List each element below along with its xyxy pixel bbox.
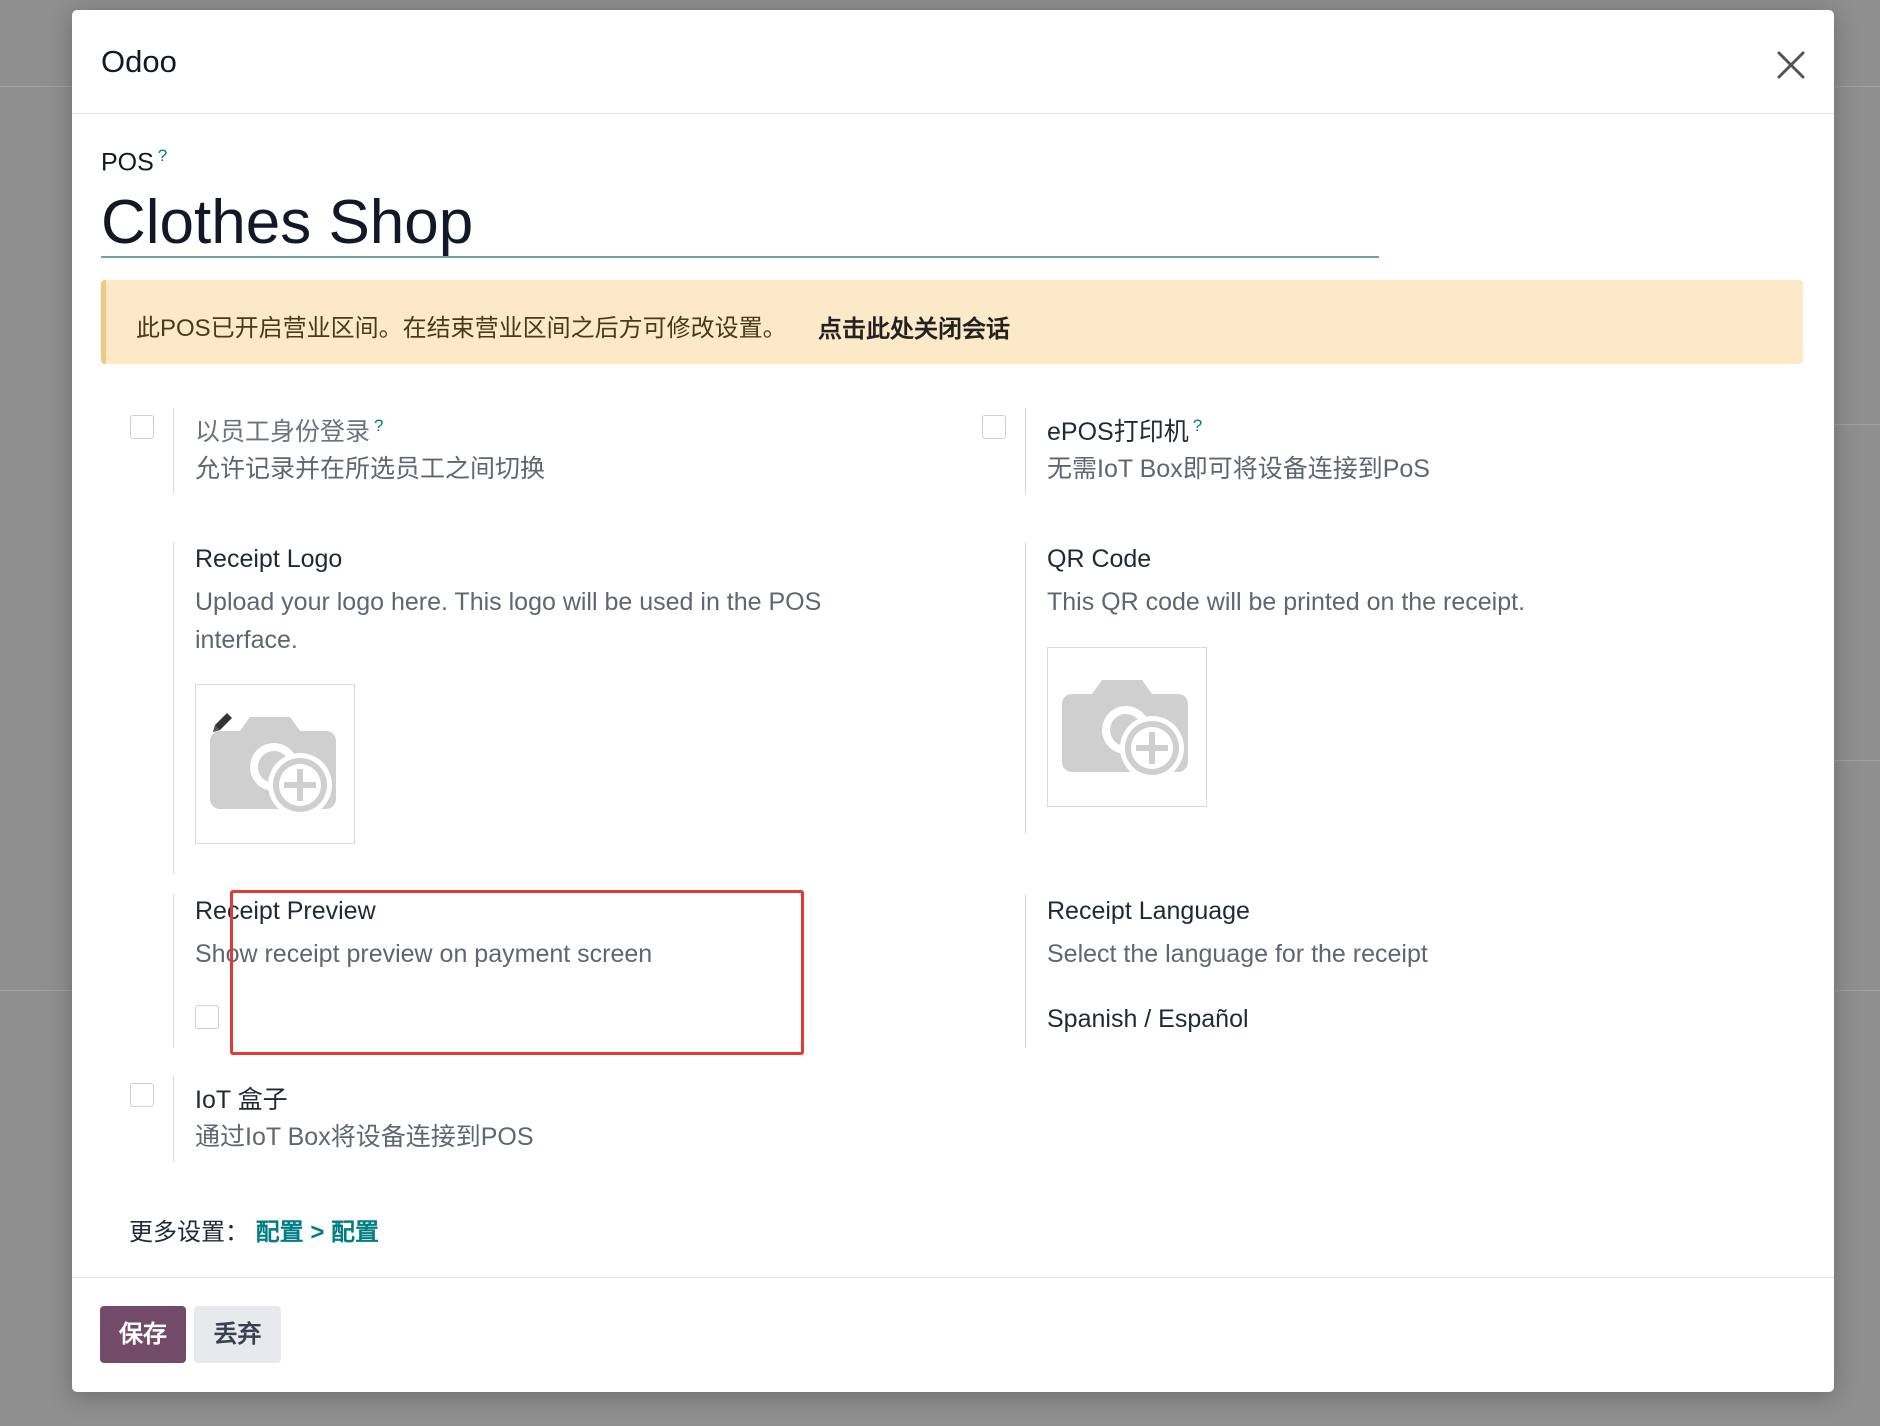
camera-add-icon: [1062, 680, 1188, 780]
save-button[interactable]: 保存: [100, 1306, 186, 1363]
employee-login-desc: 允许记录并在所选员工之间切换: [195, 455, 546, 483]
epos-printer-checkbox[interactable]: [982, 415, 1006, 439]
setting-divider: [1025, 408, 1026, 494]
setting-divider: [1025, 894, 1026, 1048]
dialog-footer: 保存 丢弃: [72, 1277, 1834, 1393]
pos-field-label: POS?: [101, 146, 167, 177]
backdrop-line: [1834, 86, 1880, 87]
employee-login-title: 以员工身份登录?: [195, 412, 383, 448]
receipt-logo-title: Receipt Logo: [195, 545, 343, 573]
session-open-alert: 此POS已开启营业区间。在结束营业区间之后方可修改设置。 点击此处关闭会话: [101, 280, 1803, 364]
more-settings-label: 更多设置：: [129, 1219, 249, 1246]
receipt-language-title: Receipt Language: [1047, 897, 1250, 925]
setting-divider: [1025, 542, 1026, 834]
qr-code-upload[interactable]: [1047, 647, 1207, 807]
backdrop-line: [1834, 990, 1880, 991]
receipt-preview-checkbox[interactable]: [195, 1005, 219, 1029]
iot-box-desc: 通过IoT Box将设备连接到POS: [195, 1123, 534, 1151]
employee-login-title-text: 以员工身份登录: [195, 418, 371, 446]
epos-printer-title: ePOS打印机?: [1047, 412, 1202, 448]
receipt-logo-desc: Upload your logo here. This logo will be…: [195, 588, 822, 654]
dialog-title: Odoo: [101, 44, 177, 79]
backdrop-line: [1834, 760, 1880, 761]
close-icon: [1777, 51, 1805, 79]
alert-text: 此POS已开启营业区间。在结束营业区间之后方可修改设置。: [136, 315, 787, 342]
help-icon[interactable]: ?: [1193, 416, 1202, 435]
help-icon[interactable]: ?: [374, 416, 383, 435]
receipt-language-select[interactable]: Spanish / Español: [1047, 1005, 1249, 1034]
qr-code-title: QR Code: [1047, 545, 1152, 573]
more-settings: 更多设置： 配置 > 配置: [129, 1212, 379, 1247]
setting-divider: [173, 542, 174, 874]
pos-name-input[interactable]: Clothes Shop: [101, 190, 1379, 258]
edit-pencil-icon[interactable]: [210, 711, 234, 735]
discard-button[interactable]: 丢弃: [194, 1306, 281, 1363]
configuration-link[interactable]: 配置 > 配置: [256, 1219, 379, 1246]
dialog-header: Odoo: [72, 10, 1834, 114]
close-session-link[interactable]: 点击此处关闭会话: [818, 309, 1010, 344]
help-icon[interactable]: ?: [158, 146, 167, 165]
iot-box-checkbox[interactable]: [130, 1083, 154, 1107]
backdrop-line: [1834, 424, 1880, 425]
backdrop-line: [0, 990, 72, 991]
receipt-language-desc: Select the language for the receipt: [1047, 940, 1428, 968]
settings-dialog: Odoo POS? Clothes Shop 此POS已开启营业区间。在结束营业…: [72, 10, 1834, 1392]
close-button[interactable]: [1768, 42, 1814, 88]
setting-divider: [173, 894, 174, 1048]
qr-code-desc: This QR code will be printed on the rece…: [1047, 588, 1526, 616]
highlight-box: [230, 890, 804, 1055]
epos-printer-title-text: ePOS打印机: [1047, 418, 1189, 446]
employee-login-checkbox[interactable]: [130, 415, 154, 439]
backdrop-line: [0, 86, 72, 87]
setting-divider: [173, 408, 174, 494]
epos-printer-desc: 无需IoT Box即可将设备连接到PoS: [1047, 455, 1430, 483]
receipt-logo-upload[interactable]: [195, 684, 355, 844]
setting-divider: [173, 1076, 174, 1162]
pos-label-text: POS: [101, 148, 154, 177]
iot-box-title: IoT 盒子: [195, 1086, 288, 1114]
